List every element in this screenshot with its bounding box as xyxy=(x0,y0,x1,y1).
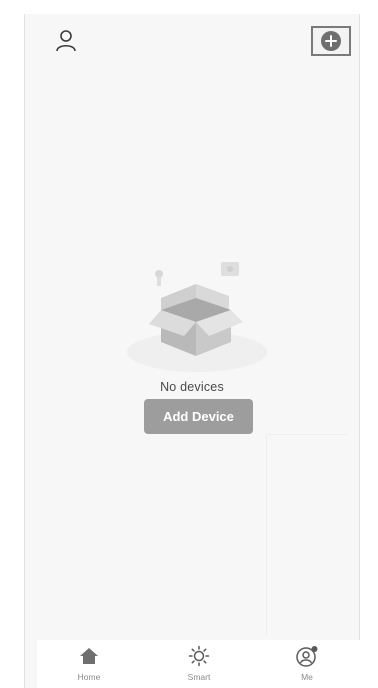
tab-bar: Home Smart Me xyxy=(37,640,361,688)
empty-box-illustration xyxy=(127,262,267,372)
tab-smart[interactable]: Smart xyxy=(169,640,229,688)
tab-me-label: Me xyxy=(301,672,313,682)
add-device-button[interactable]: Add Device xyxy=(144,399,253,434)
user-icon xyxy=(56,30,76,52)
user-button[interactable] xyxy=(53,28,79,54)
home-icon xyxy=(80,648,98,664)
app-screen: No devices Add Device Home Smart Me xyxy=(24,14,361,688)
top-bar xyxy=(25,14,359,74)
sun-icon xyxy=(188,645,210,667)
no-devices-message: No devices xyxy=(160,380,224,394)
tab-smart-label: Smart xyxy=(187,672,211,682)
tab-me[interactable]: Me xyxy=(277,640,337,688)
tab-home[interactable]: Home xyxy=(59,640,119,688)
profile-icon xyxy=(296,646,318,667)
plus-circle-icon xyxy=(321,31,341,51)
tab-home-label: Home xyxy=(77,672,101,682)
background-panel xyxy=(266,434,347,635)
add-button[interactable] xyxy=(311,26,351,56)
